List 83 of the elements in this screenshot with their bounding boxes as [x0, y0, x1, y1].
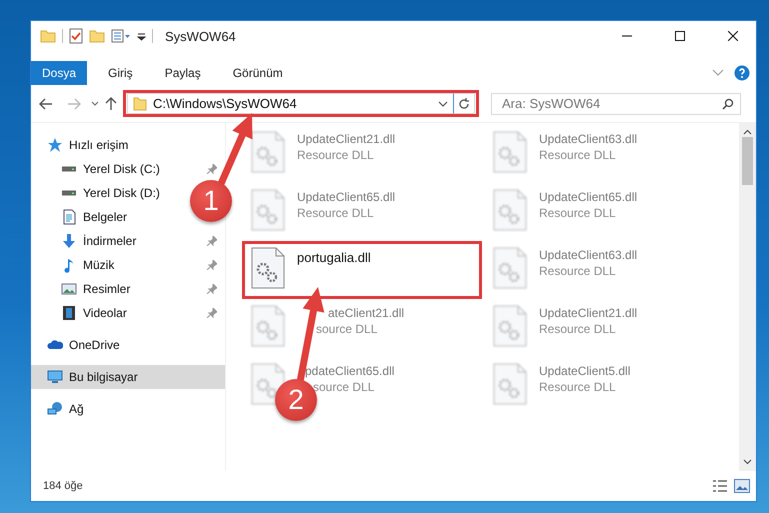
nav-item[interactable]: Hızlı erişim [31, 133, 225, 157]
nav-item[interactable]: OneDrive [31, 333, 225, 357]
file-name[interactable]: UpdateClient63.dll [539, 132, 638, 146]
file-type: source DLL [316, 322, 378, 336]
maximize-icon [674, 31, 684, 41]
ribbon-tab[interactable]: Görünüm [222, 61, 294, 85]
scroll-up-icon[interactable] [743, 129, 752, 135]
gear-file-icon [493, 305, 527, 347]
document-icon [61, 209, 77, 225]
search-field[interactable]: Ara: SysWOW64 [491, 92, 741, 114]
pin-icon[interactable] [207, 308, 217, 318]
file-name[interactable]: UpdateClient63.dll [539, 248, 638, 262]
film-icon [61, 305, 77, 321]
large-icons-view-icon[interactable] [734, 479, 750, 493]
close-icon [728, 31, 738, 41]
file-name[interactable]: UpdateClient5.dll [539, 364, 630, 378]
pin-icon[interactable] [207, 164, 217, 174]
gear-file-icon [251, 189, 285, 231]
scroll-down-icon[interactable] [743, 459, 752, 465]
item-count: 184 öğe [43, 480, 84, 492]
folder-icon [133, 96, 147, 110]
search-icon[interactable] [722, 98, 734, 110]
file-type: Resource DLL [297, 148, 374, 162]
down-arrow-icon [61, 233, 77, 249]
file-name[interactable]: UpdateClient21.dll [539, 306, 638, 320]
address-path: C:\Windows\SysWOW64 [153, 96, 298, 111]
nav-item[interactable]: Bu bilgisayar [31, 365, 225, 389]
pin-icon[interactable] [207, 260, 217, 270]
file-name[interactable]: portugalia.dll [297, 250, 371, 265]
details-view-icon[interactable] [712, 479, 728, 493]
gear-file-icon [493, 131, 527, 173]
network-icon [47, 401, 63, 417]
nav-item[interactable]: Yerel Disk (C:) [31, 157, 225, 181]
checklist-icon[interactable] [69, 28, 83, 44]
up-arrow-icon[interactable] [105, 96, 117, 110]
properties-dropdown-icon[interactable] [111, 29, 131, 43]
file-name[interactable]: UpdateClient65.dll [539, 190, 638, 204]
refresh-button[interactable] [453, 93, 475, 114]
gear-file-icon [251, 131, 285, 173]
nav-item[interactable]: Müzik [31, 253, 225, 277]
refresh-icon [458, 98, 470, 110]
file-type: Resource DLL [539, 380, 616, 394]
gear-file-icon [493, 247, 527, 289]
ribbon-tab[interactable]: Dosya [31, 61, 88, 85]
pin-icon[interactable] [207, 236, 217, 246]
file-type: Resource DLL [539, 206, 616, 220]
monitor-icon [47, 369, 63, 385]
nav-item[interactable]: İndirmeler [31, 229, 225, 253]
address-bar[interactable]: C:\Windows\SysWOW64 [123, 90, 479, 117]
ribbon-tab[interactable]: Paylaş [154, 61, 212, 85]
chevron-down-icon[interactable] [438, 100, 448, 106]
nav-item[interactable]: Belgeler [31, 205, 187, 229]
nav-item[interactable]: Yerel Disk (D:) [31, 181, 187, 205]
customize-toolbar-icon[interactable] [137, 31, 146, 41]
nav-item[interactable]: Videolar [31, 301, 225, 325]
picture-icon [61, 281, 77, 297]
file-type: Resource DLL [539, 148, 616, 162]
file-type: source DLL [313, 380, 374, 394]
scrollbar-thumb[interactable] [742, 137, 753, 185]
pin-icon[interactable] [207, 284, 217, 294]
gear-file-icon [251, 305, 285, 347]
minimize-icon [622, 35, 632, 37]
gear-file-icon [493, 189, 527, 231]
file-name[interactable]: ateClient21.dll [328, 306, 404, 320]
file-name[interactable]: UpdateClient65.dll [297, 190, 396, 204]
drive-icon [61, 166, 77, 172]
vertical-scrollbar[interactable] [739, 123, 756, 471]
file-type: Resource DLL [297, 206, 374, 220]
gear-file-icon [493, 363, 527, 405]
star-icon [47, 137, 63, 153]
nav-item[interactable]: Resimler [31, 277, 225, 301]
ribbon-tab[interactable]: Giriş [97, 61, 144, 85]
gear-file-icon [251, 247, 285, 289]
file-name[interactable]: pdateClient65.dll [305, 364, 394, 378]
recent-dropdown-icon[interactable] [91, 100, 99, 106]
file-name[interactable]: UpdateClient21.dll [297, 132, 396, 146]
file-type: Resource DLL [539, 264, 616, 278]
back-arrow-icon[interactable] [39, 98, 53, 110]
file-type: Resource DLL [539, 322, 616, 336]
drive-icon [61, 190, 77, 196]
window-title: SysWOW64 [165, 28, 236, 44]
help-icon[interactable] [734, 65, 750, 81]
nav-item[interactable]: Ağ [31, 397, 225, 421]
